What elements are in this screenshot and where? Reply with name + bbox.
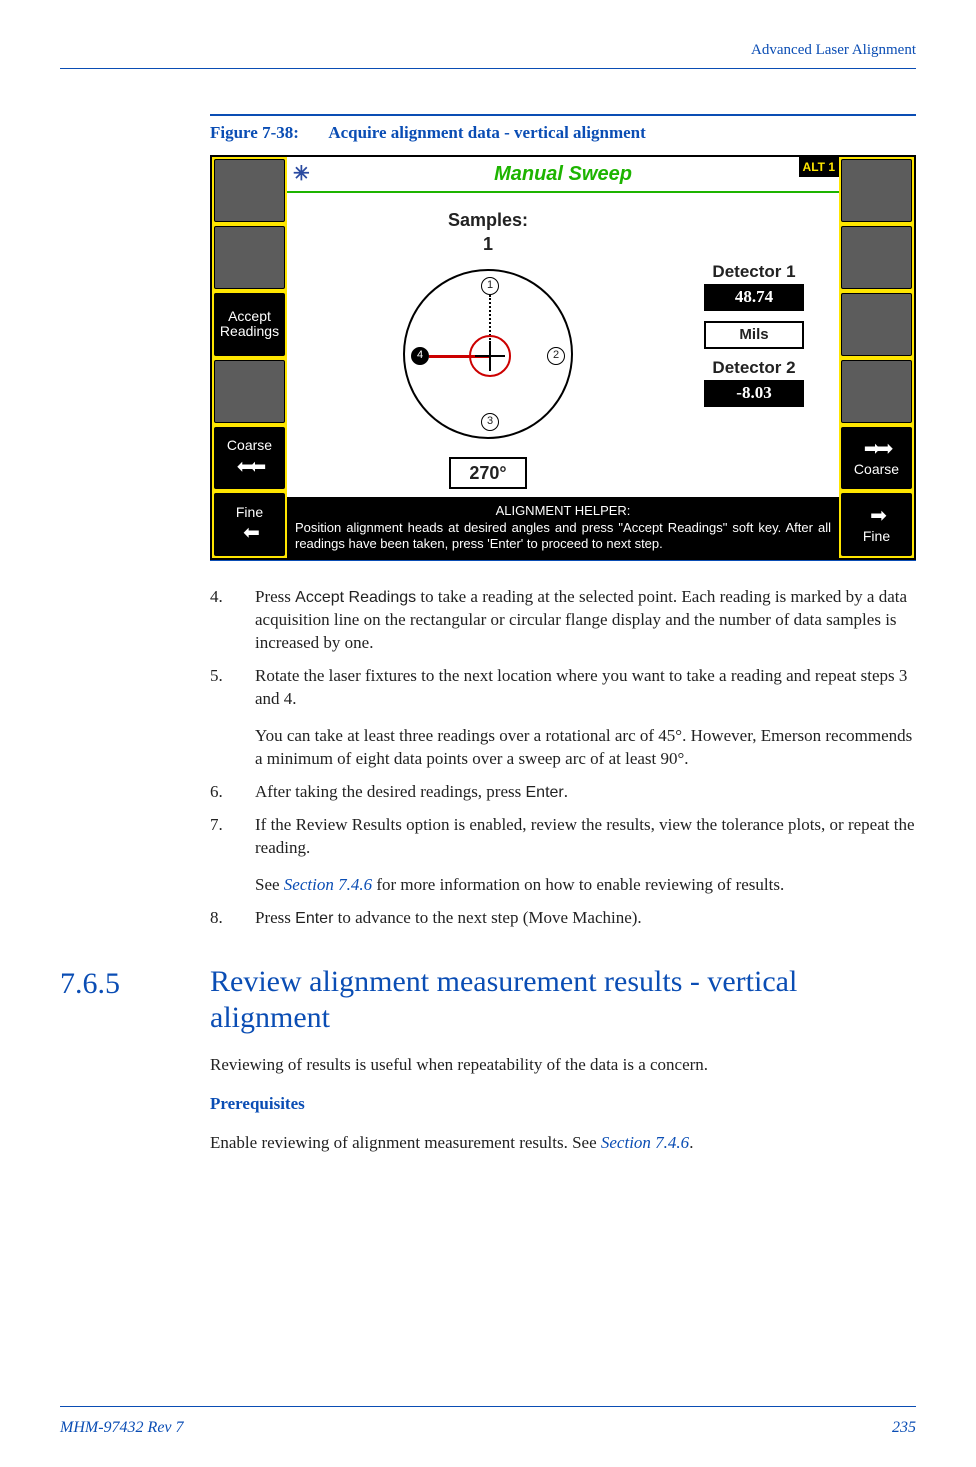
readings-zone: Detector 1 48.74 Mils Detector 2 -8.03 [679,203,829,497]
alignment-helper: ALIGNMENT HELPER: Position alignment hea… [287,497,839,558]
step-text: If the Review Results option is enabled,… [255,814,916,897]
main-content: Figure 7-38: Acquire alignment data - ve… [210,114,916,929]
step-4: 4. Press Accept Readings to take a readi… [210,586,916,655]
step-text: Press Accept Readings to take a reading … [255,586,916,655]
softkey-r1[interactable] [841,159,912,222]
softkey-coarse-right[interactable]: ➡➡ Coarse [841,427,912,490]
step-number: 6. [210,781,255,804]
arrow-left-double-icon: ⬅⬅ [237,456,263,478]
step-list: 4. Press Accept Readings to take a readi… [210,586,916,929]
arrow-right-double-icon: ➡➡ [864,438,890,460]
figure-number: Figure 7-38: [210,122,325,145]
dial-pos-2: 2 [547,347,565,365]
detector1-label: Detector 1 [712,261,795,284]
figure-caption: Figure 7-38: Acquire alignment data - ve… [210,122,916,145]
step-8: 8. Press Enter to advance to the next st… [210,907,916,930]
footer-doc-id: MHM-97432 Rev 7 [60,1417,184,1439]
step-text: Rotate the laser fixtures to the next lo… [255,665,916,771]
softkey-label: Coarse [227,438,272,453]
section-link[interactable]: Section 7.4.6 [284,875,372,894]
alt-indicator: ALT 1 [799,157,839,177]
right-softkeys: ➡➡ Coarse ➡ Fine [839,157,914,558]
step-7: 7. If the Review Results option is enabl… [210,814,916,897]
footer-page-number: 235 [892,1417,916,1439]
prerequisites-text: Enable reviewing of alignment measuremen… [210,1132,916,1155]
samples-label: Samples: [448,208,528,232]
softkey-label: Fine [863,529,890,544]
arrow-right-icon: ➡ [870,505,883,527]
step-number: 5. [210,665,255,771]
step-number: 7. [210,814,255,897]
softkey-label: Coarse [854,462,899,477]
softkey-r2[interactable] [841,226,912,289]
prerequisites-heading: Prerequisites [210,1093,916,1116]
device-screenshot: Accept Readings Coarse ⬅⬅ Fine ⬅ ✳ Manua… [210,155,916,560]
figure-bottom-rule [210,560,916,561]
angle-display: 270° [449,457,526,489]
dial-cross-h [475,355,505,357]
softkey-label: Readings [220,324,279,339]
screen-center: ✳ Manual Sweep ALT 1 Samples: 1 1 2 [287,157,839,558]
section-number: 7.6.5 [60,964,210,1036]
detector2-label: Detector 2 [712,357,795,380]
softkey-l1[interactable] [214,159,285,222]
softkey-coarse-left[interactable]: Coarse ⬅⬅ [214,427,285,490]
section-heading: 7.6.5 Review alignment measurement resul… [60,964,916,1036]
figure-top-rule [210,114,916,116]
softkey-label: Fine [236,505,263,520]
samples-value: 1 [483,232,493,256]
dial-pos-1: 1 [481,277,499,295]
step-number: 4. [210,586,255,655]
detector2-value: -8.03 [704,380,804,407]
screen-titlebar: ✳ Manual Sweep ALT 1 [287,157,839,193]
laser-icon: ✳ [293,161,310,188]
step-number: 8. [210,907,255,930]
section-intro: Reviewing of results is useful when repe… [210,1054,916,1077]
arrow-left-icon: ⬅ [243,522,256,544]
softkey-fine-left[interactable]: Fine ⬅ [214,493,285,556]
dial-pos-3: 3 [481,413,499,431]
section-link[interactable]: Section 7.4.6 [601,1133,689,1152]
page-header: Advanced Laser Alignment [60,40,916,69]
screen-title: Manual Sweep [494,161,632,188]
dial-pos-4: 4 [411,347,429,365]
step-text: Press Enter to advance to the next step … [255,907,916,930]
softkey-r3[interactable] [841,293,912,356]
units-display: Mils [704,321,804,349]
step-5: 5. Rotate the laser fixtures to the next… [210,665,916,771]
softkey-r4[interactable] [841,360,912,423]
alignment-dial: 1 2 3 4 [403,269,573,439]
screen-main: Samples: 1 1 2 3 4 270° [287,193,839,497]
detector1-value: 48.74 [704,284,804,311]
softkey-accept-readings[interactable]: Accept Readings [214,293,285,356]
section-title: Review alignment measurement results - v… [210,964,916,1036]
helper-body: Position alignment heads at desired angl… [295,520,831,553]
softkey-l4[interactable] [214,360,285,423]
step-6: 6. After taking the desired readings, pr… [210,781,916,804]
softkey-fine-right[interactable]: ➡ Fine [841,493,912,556]
helper-title: ALIGNMENT HELPER: [295,503,831,519]
left-softkeys: Accept Readings Coarse ⬅⬅ Fine ⬅ [212,157,287,558]
softkey-label: Accept [228,309,271,324]
softkey-l2[interactable] [214,226,285,289]
dial-zone: Samples: 1 1 2 3 4 270° [297,203,679,497]
figure-title: Acquire alignment data - vertical alignm… [328,123,645,142]
section-body: Reviewing of results is useful when repe… [210,1054,916,1155]
header-title: Advanced Laser Alignment [751,40,916,60]
step-text: After taking the desired readings, press… [255,781,916,804]
page-footer: MHM-97432 Rev 7 235 [60,1406,916,1439]
